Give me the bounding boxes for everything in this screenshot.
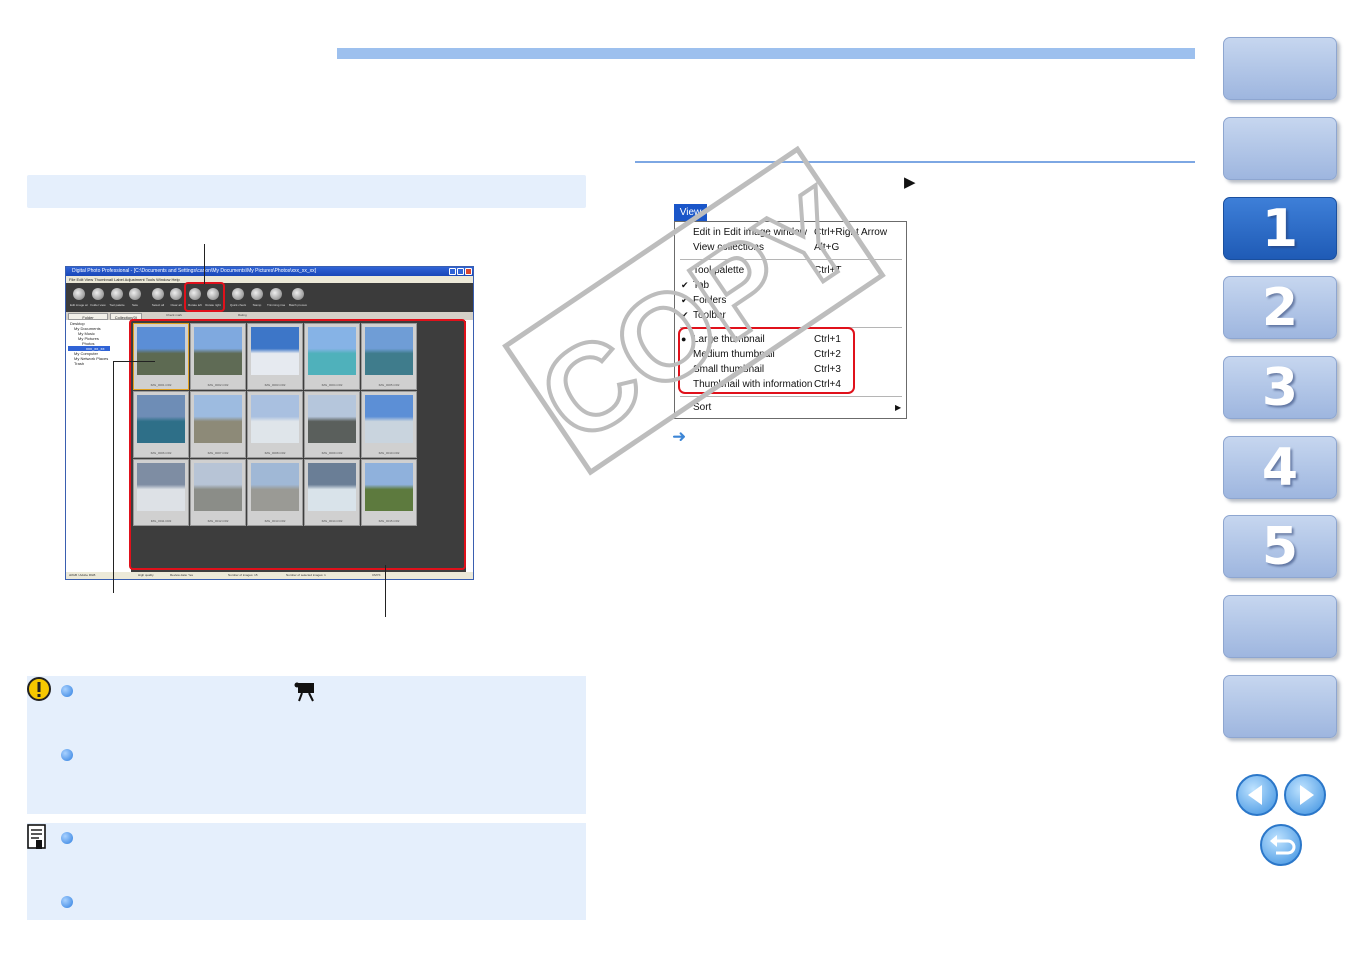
minimize-icon (449, 268, 456, 275)
maximize-icon (457, 268, 464, 275)
window-menubar: File Edit View Thumbnail Label Adjustmen… (66, 276, 473, 283)
status-images: Number of images: 15 (228, 573, 258, 577)
window-title: Digital Photo Professional - [C:\Documen… (66, 267, 473, 276)
toolbar-label: Stamp (252, 303, 262, 307)
thumbnail-area-highlight (129, 319, 466, 570)
callout-line (113, 361, 114, 593)
status-selected: Number of selected images: 1 (286, 573, 326, 577)
next-page-button[interactable] (1284, 774, 1326, 816)
nav-tab-index[interactable] (1223, 675, 1337, 738)
status-review: Review data: Yes (170, 573, 194, 577)
callout-line (385, 565, 386, 617)
bullet-icon (61, 749, 73, 761)
callout-line (204, 244, 205, 284)
toolbar-label: Quick check (229, 303, 247, 307)
select-icon (129, 288, 141, 300)
result-arrow-icon: ➜ (672, 427, 687, 446)
title-bar-decoration (337, 48, 1195, 59)
menu-separator (680, 396, 902, 397)
status-bar: sRGB / Adobe RGB High quality Review dat… (66, 572, 473, 579)
nav-tab-chapter-5[interactable]: 5 (1223, 515, 1337, 578)
toolbar-label: Batch process (289, 303, 307, 307)
status-cmyk: CMYK (372, 573, 381, 577)
bullet-icon (61, 685, 73, 697)
close-icon (465, 268, 472, 275)
caution-icon (27, 677, 51, 701)
callout-line (113, 361, 155, 362)
select-all-icon (152, 288, 164, 300)
quick-check-icon (232, 288, 244, 300)
memo-note (27, 823, 586, 920)
toolbar-label: Tool palette (109, 303, 125, 307)
clear-all-icon (170, 288, 182, 300)
toolbar-label: Select all (151, 303, 165, 307)
memo-icon (27, 824, 46, 849)
nav-tab-chapter-3[interactable]: 3 (1223, 356, 1337, 419)
trimming-icon (270, 288, 282, 300)
tab-folder: Folder (68, 313, 108, 320)
return-button[interactable] (1260, 824, 1302, 866)
nav-tab-chapter-2[interactable]: 2 (1223, 276, 1337, 339)
toolbar-label: Trimming image (267, 303, 285, 307)
movie-camera-icon (294, 682, 314, 702)
status-quality: High quality (138, 573, 154, 577)
toolbar-label: Folder view (90, 303, 106, 307)
batch-process-icon (292, 288, 304, 300)
bullet-icon (61, 832, 73, 844)
toolbar-label: Edit image window (70, 303, 88, 307)
nav-tab-reference[interactable] (1223, 595, 1337, 658)
rotate-buttons-highlight (184, 282, 225, 312)
nav-tab-chapter-4[interactable]: 4 (1223, 436, 1337, 499)
tool-palette-icon (111, 288, 123, 300)
toolbar-label: Clear all (170, 303, 182, 307)
previous-page-icon (1248, 785, 1262, 805)
previous-page-button[interactable] (1236, 774, 1278, 816)
folder-tree: Desktop My Documents My Music My Picture… (68, 321, 128, 574)
nav-tab-introduction[interactable] (1223, 117, 1337, 180)
nav-tab-chapter-1[interactable]: 1 (1223, 197, 1337, 260)
folder-view-icon (92, 288, 104, 300)
heading-band (27, 175, 586, 208)
edit-image-window-icon (73, 288, 85, 300)
stamp-icon (251, 288, 263, 300)
step-arrow-icon: ▶ (904, 174, 916, 191)
status-color-space: sRGB / Adobe RGB (69, 573, 96, 577)
window-toolbar: Edit image window Folder view Tool palet… (66, 283, 473, 312)
check-mark-filter: Check mark (166, 313, 183, 317)
next-page-icon (1300, 785, 1314, 805)
bullet-icon (61, 896, 73, 908)
submenu-arrow-icon: ▶ (895, 403, 902, 412)
section-rule (635, 161, 1195, 163)
toolbar-label: Sele (131, 303, 138, 307)
return-icon (1270, 835, 1296, 855)
rating-filter: Rating (238, 313, 247, 317)
menu-item-sort[interactable]: Sort ▶ (675, 400, 906, 415)
nav-tab-contents[interactable] (1223, 37, 1337, 100)
